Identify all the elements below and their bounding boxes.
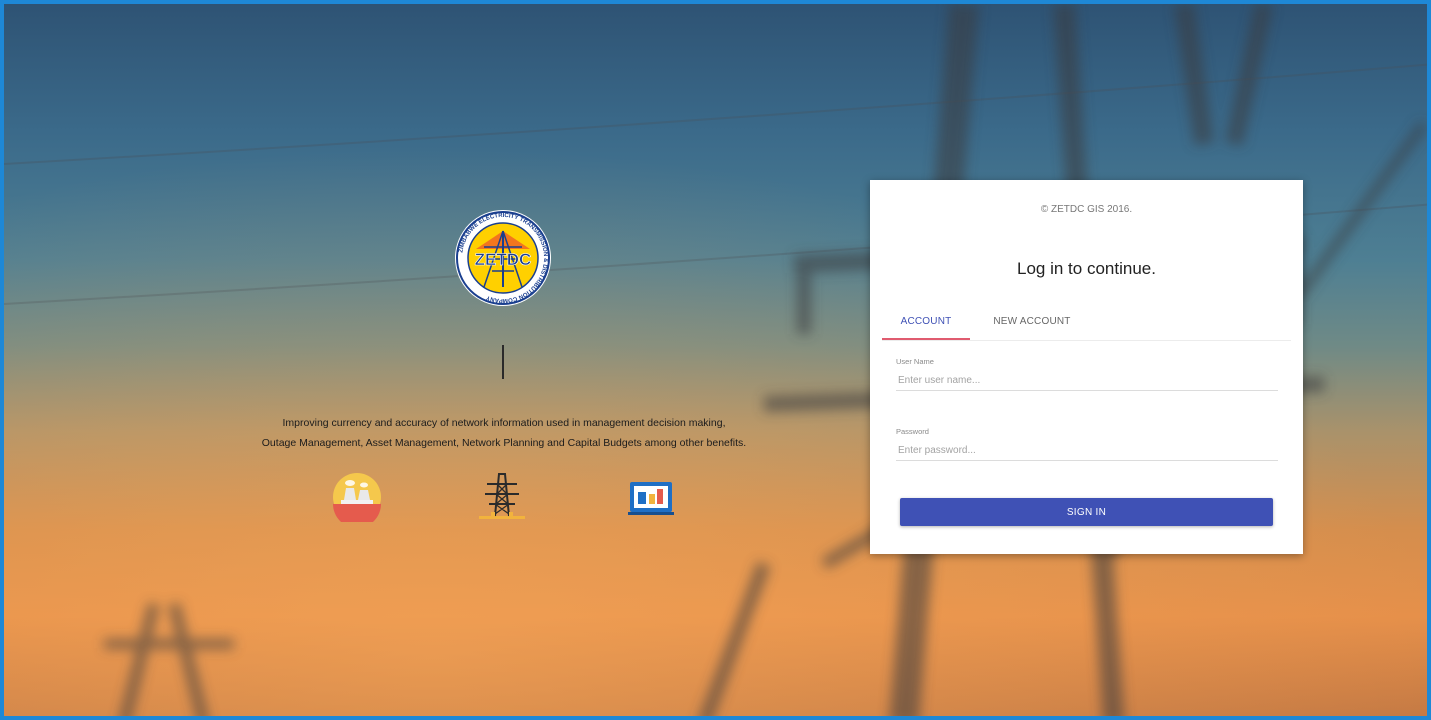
divider-bar <box>502 345 504 379</box>
zetdc-logo: ZETDC ZIMBABWE ELECTRICITY TRANSMISSION … <box>455 210 551 306</box>
sign-in-button[interactable]: SIGN IN <box>900 498 1273 526</box>
app-frame: ZETDC ZIMBABWE ELECTRICITY TRANSMISSION … <box>0 0 1431 720</box>
login-title: Log in to continue. <box>1017 259 1156 278</box>
login-card: © ZETDC GIS 2016. Log in to continue. AC… <box>870 180 1303 554</box>
tagline-line-1: Improving currency and accuracy of netwo… <box>282 417 726 429</box>
password-label: Password <box>896 427 929 436</box>
login-tabs: ACCOUNT NEW ACCOUNT <box>882 308 1291 341</box>
tagline: Improving currency and accuracy of netwo… <box>254 413 754 453</box>
dashboard-chart-icon <box>628 482 674 515</box>
tab-new-account[interactable]: NEW ACCOUNT <box>982 308 1082 338</box>
username-label: User Name <box>896 357 934 366</box>
username-input[interactable] <box>896 371 1278 391</box>
tagline-line-2: Outage Management, Asset Management, Net… <box>261 437 747 449</box>
transmission-tower-icon <box>479 473 525 519</box>
tab-account[interactable]: ACCOUNT <box>882 308 970 340</box>
password-field: Password <box>896 427 1278 461</box>
power-plant-icon <box>333 473 381 522</box>
logo-text: ZETDC <box>475 250 532 269</box>
password-input[interactable] <box>896 441 1278 461</box>
username-field: User Name <box>896 357 1278 391</box>
copyright-text: © ZETDC GIS 2016. <box>1040 204 1133 215</box>
